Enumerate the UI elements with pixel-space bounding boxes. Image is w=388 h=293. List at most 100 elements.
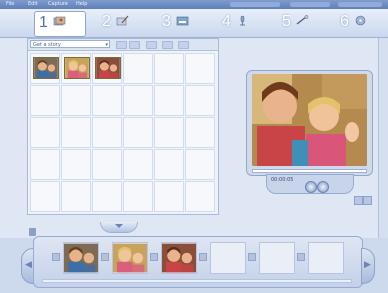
grid-cell[interactable] [30,117,60,148]
vertical-scrollbar[interactable] [378,38,388,238]
grid-cell[interactable] [61,85,91,116]
chevron-down-icon [115,224,123,228]
fullscreen-button[interactable] [354,196,363,205]
preview-player: 00:00:05 [246,70,373,196]
grid-cell[interactable] [92,117,122,148]
trash-icon[interactable] [29,228,36,236]
grid-cell[interactable] [185,53,215,84]
status-bar-segment [290,2,330,7]
time-display: 00:00:05 [271,177,294,183]
play-button[interactable] [305,181,317,193]
grid-cell[interactable] [92,181,122,212]
playback-controls: 00:00:05 [266,174,354,194]
transition-slot[interactable] [248,253,256,261]
storyboard-slot[interactable] [161,242,197,274]
grid-cell[interactable] [185,117,215,148]
storyboard-slot[interactable] [210,242,246,274]
menu-bar: File Edit Capture Help [0,0,388,9]
storyboard-photo[interactable] [64,243,98,273]
customize-motion-icon [296,15,309,25]
transition-slot[interactable] [150,253,158,261]
grid-cell[interactable] [154,181,184,212]
narration-icon [240,15,245,26]
step-number: 6 [340,13,349,30]
preview-screen [252,74,367,166]
photo-grid-panel: Get a story ▾ [27,38,219,215]
grid-cell[interactable] [154,85,184,116]
grid-cell[interactable] [123,181,153,212]
storyboard-scrollbar[interactable] [42,279,352,283]
split-button[interactable] [363,196,372,205]
transition-slot[interactable] [52,253,60,261]
storyboard [33,236,363,288]
photo-thumbnail[interactable] [95,57,121,79]
toolbar-button[interactable] [129,41,140,49]
grid-cell[interactable] [154,117,184,148]
storyboard-photo[interactable] [162,243,196,273]
stop-button[interactable] [317,181,329,193]
photo-thumbnail[interactable] [33,57,59,79]
step-2-edit[interactable]: 2 [98,11,148,35]
storyboard-photo[interactable] [113,243,147,273]
scroll-right-button[interactable]: ▶ [361,248,375,284]
storyboard-slot[interactable] [112,242,148,274]
step-1-import[interactable]: 1 [34,11,86,37]
toolbar-button[interactable] [146,41,157,49]
step-4-narrate[interactable]: 4 [218,11,268,35]
grid-cell[interactable] [61,149,91,180]
seek-bar[interactable] [252,169,367,173]
grid-cell[interactable] [92,85,122,116]
collapse-toggle[interactable] [100,222,138,233]
grid-cell[interactable] [185,149,215,180]
grid-cell[interactable] [123,117,153,148]
grid-cell[interactable] [61,117,91,148]
grid-cell[interactable] [30,181,60,212]
step-number: 1 [39,14,48,31]
step-5-motion[interactable]: 5 [278,11,328,35]
chevron-down-icon: ▾ [105,42,108,48]
storyboard-slot[interactable] [308,242,344,274]
grid-cell[interactable] [30,149,60,180]
menu-edit[interactable]: Edit [28,1,38,7]
preview-image [252,74,367,166]
transition-slot[interactable] [101,253,109,261]
grid-cell[interactable] [30,53,60,84]
step-number: 2 [102,13,111,30]
menu-capture[interactable]: Capture [48,1,68,7]
transition-slot[interactable] [199,253,207,261]
step-bar: 1 2 3 4 5 6 [0,9,388,38]
menu-file[interactable]: File [6,1,14,7]
add-titles-icon [176,16,189,26]
step-6-save[interactable]: 6 [336,11,386,35]
import-photos-icon [53,16,66,26]
grid-cell[interactable] [123,85,153,116]
toolbar-button[interactable] [116,41,127,49]
step-number: 5 [282,13,291,30]
grid-toolbar: Get a story ▾ [28,39,218,51]
toolbar-button[interactable] [178,41,189,49]
toolbar-button[interactable] [162,41,173,49]
grid-cell[interactable] [30,85,60,116]
menu-help[interactable]: Help [76,1,87,7]
grid-cell[interactable] [154,53,184,84]
grid-cell[interactable] [61,181,91,212]
grid-cell[interactable] [123,53,153,84]
edit-photos-icon [116,15,129,26]
grid-cell[interactable] [92,149,122,180]
grid-cell[interactable] [61,53,91,84]
transition-slot[interactable] [297,253,305,261]
grid-cell[interactable] [123,149,153,180]
storyboard-slot[interactable] [63,242,99,274]
grid-cell[interactable] [185,85,215,116]
step-3-titles[interactable]: 3 [158,11,208,35]
chevron-left-icon: ◀ [25,260,32,270]
step-number: 3 [162,13,171,30]
grid-cell[interactable] [185,181,215,212]
grid-cell[interactable] [154,149,184,180]
story-dropdown[interactable]: Get a story ▾ [30,40,110,48]
grid-cell[interactable] [92,53,122,84]
photo-thumbnail[interactable] [64,57,90,79]
step-number: 4 [222,13,231,30]
storyboard-slot[interactable] [259,242,295,274]
preview-frame [246,70,373,176]
